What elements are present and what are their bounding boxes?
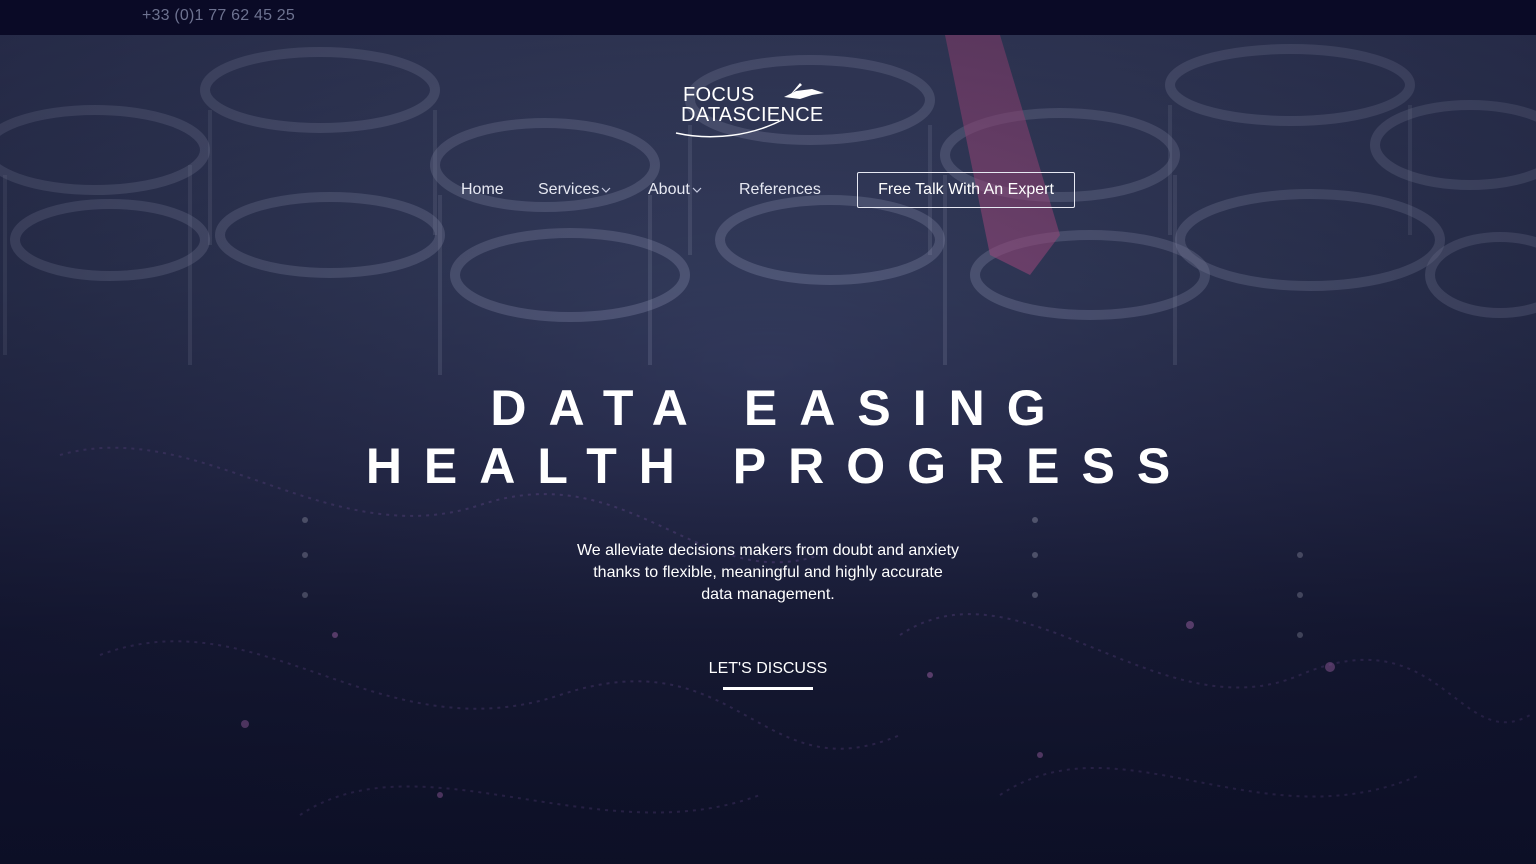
free-talk-button[interactable]: Free Talk With An Expert — [857, 172, 1075, 208]
nav-home[interactable]: Home — [461, 181, 504, 199]
main-navigation: Home Services About References Free Talk… — [0, 172, 1536, 209]
hero-headline-line2: HEALTH PROGRESS — [365, 438, 1193, 494]
top-bar: +33 (0)1 77 62 45 25 — [0, 0, 1536, 35]
lets-discuss-underline — [723, 687, 813, 690]
hero-subtext-line: We alleviate decisions makers from doubt… — [576, 542, 960, 559]
hero-subtext: We alleviate decisions makers from doubt… — [518, 540, 1018, 606]
hero-headline-line1: DATA EASING — [490, 380, 1068, 436]
focus-datascience-logo[interactable]: FOCUS DATASCIENCE — [672, 81, 842, 141]
nav-about[interactable]: About — [648, 181, 702, 199]
lets-discuss-button[interactable]: LET'S DISCUSS — [668, 660, 868, 678]
nav-services[interactable]: Services — [538, 181, 611, 199]
nav-about-label: About — [648, 181, 690, 198]
phone-number[interactable]: +33 (0)1 77 62 45 25 — [142, 7, 295, 25]
chevron-down-icon — [692, 187, 702, 193]
hero-subtext-line: thanks to flexible, meaningful and highl… — [593, 564, 943, 581]
hero-section: FOCUS DATASCIENCE Home Services About Re… — [0, 35, 1536, 864]
hero-subtext-line: data management. — [701, 586, 835, 603]
chevron-down-icon — [601, 187, 611, 193]
nav-services-label: Services — [538, 181, 600, 198]
nav-references[interactable]: References — [739, 181, 821, 199]
logo-text-datascience: DATASCIENCE — [681, 104, 824, 126]
